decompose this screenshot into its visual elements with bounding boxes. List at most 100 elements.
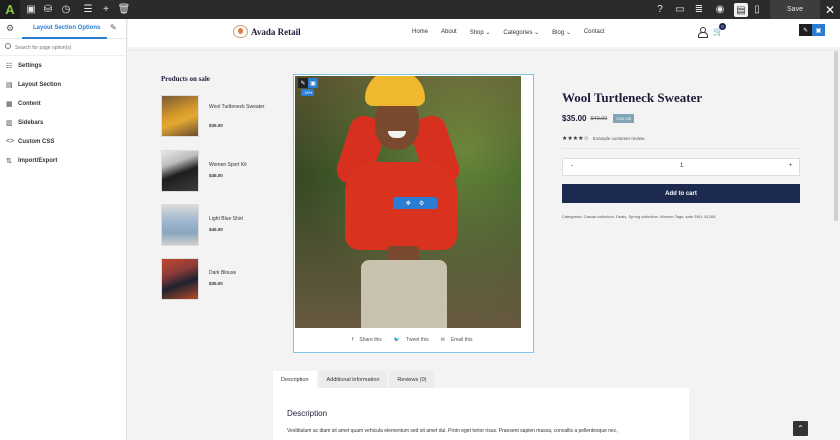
product-name[interactable]: Dark Blouse: [209, 270, 269, 277]
product-price: $45.00: [209, 173, 223, 178]
pencil-icon[interactable]: ✎: [110, 23, 117, 32]
nav-categories[interactable]: Categories ⌄: [503, 29, 539, 36]
sidebar-item-import-export[interactable]: ⇅ Import/Export: [0, 151, 126, 170]
qty-plus-button[interactable]: +: [789, 163, 793, 169]
desktop-icon[interactable]: ▭: [671, 0, 689, 19]
main-nav: Home About Shop ⌄ Categories ⌄ Blog ⌄ Co…: [412, 29, 618, 36]
sidebar-item-custom-css[interactable]: <> Custom CSS: [0, 132, 126, 151]
settings-icon[interactable]: ⚙: [419, 200, 424, 207]
list-item[interactable]: Dark Blouse $35.00: [161, 258, 281, 300]
code-icon: <>: [6, 138, 15, 145]
layout-icon[interactable]: ▣: [22, 0, 40, 19]
sidebar-item-sidebars[interactable]: ▥ Sidebars: [0, 113, 126, 132]
sidebar-item-label: Import/Export: [18, 157, 58, 164]
site-header: Avada Retail Home About Shop ⌄ Categorie…: [128, 19, 840, 47]
device-icon[interactable]: ▯: [748, 0, 766, 19]
nav-blog[interactable]: Blog ⌄: [552, 29, 571, 36]
product-thumbnail[interactable]: [161, 150, 199, 192]
preview-icon[interactable]: ◉: [711, 0, 729, 19]
edit-layout-icon[interactable]: ▣: [812, 24, 825, 36]
sidebar-icon: ▥: [6, 119, 13, 127]
library-icon[interactable]: ☰: [79, 0, 97, 19]
photo-shape: [361, 260, 447, 328]
star-rating-icon: ★★★★☆: [562, 136, 589, 142]
page-preview: Avada Retail Home About Shop ⌄ Categorie…: [128, 19, 840, 440]
sidebar-item-settings[interactable]: ☷ Settings: [0, 56, 126, 75]
photo-shape: [365, 76, 425, 106]
sliders-icon: ☷: [6, 62, 13, 70]
page-icon[interactable]: ▤: [734, 3, 748, 17]
discount-badge: 13% Off: [613, 114, 634, 123]
product-thumbnail[interactable]: [161, 95, 199, 137]
layers-icon[interactable]: ≣: [690, 0, 708, 19]
qty-value[interactable]: 1: [680, 163, 683, 169]
edit-pencil-icon[interactable]: ✎: [298, 78, 308, 88]
sidebar-item-layout-section[interactable]: ▤ Layout Section: [0, 75, 126, 94]
add-icon[interactable]: +: [97, 0, 115, 19]
save-button[interactable]: Save: [770, 0, 820, 19]
brand-name: Avada Retail: [251, 26, 301, 37]
edit-layout-icon[interactable]: ▣: [308, 78, 318, 88]
gear-icon[interactable]: ⚙: [6, 23, 14, 34]
user-icon[interactable]: [698, 27, 708, 38]
help-icon[interactable]: ?: [651, 0, 669, 19]
sidebar-search: [0, 39, 126, 56]
store-icon[interactable]: ⛁: [39, 0, 57, 19]
layout-icon: ▤: [6, 81, 13, 89]
scrollbar[interactable]: [834, 51, 838, 221]
product-name[interactable]: Light Blue Shirt: [209, 216, 269, 223]
product-name[interactable]: Wool Turtleneck Sweater: [209, 104, 269, 111]
history-icon[interactable]: ◷: [57, 0, 75, 19]
product-rating: ★★★★☆ Example customer review: [562, 135, 644, 142]
tab-reviews[interactable]: Reviews (0): [389, 371, 435, 388]
review-link[interactable]: Example customer review: [593, 136, 645, 141]
list-item[interactable]: Women Sport Kit $45.00: [161, 150, 281, 192]
sidebar-item-label: Custom CSS: [18, 138, 55, 145]
cart-count-badge: 0: [719, 23, 726, 30]
product-price: $35.00: [209, 123, 223, 128]
product-name[interactable]: Women Sport Kit: [209, 162, 269, 169]
share-facebook[interactable]: f Share this: [352, 337, 382, 343]
header-edit-controls: ✎ ▣: [799, 24, 825, 36]
logo-mark-icon: [233, 25, 248, 38]
cart-icon[interactable]: 🛒 0: [713, 23, 726, 36]
description-text: Vestibulum ac diam sit amet quam vehicul…: [287, 428, 618, 434]
share-bar: f Share this 🐦 Tweet this ✉ Email this: [352, 337, 485, 343]
image-controls[interactable]: ✥ ⚙: [393, 197, 437, 209]
nav-shop[interactable]: Shop ⌄: [470, 29, 491, 36]
product-price: $45.00: [209, 227, 223, 232]
description-panel: Description Vestibulum ac diam sit amet …: [273, 388, 689, 440]
site-logo[interactable]: Avada Retail: [233, 25, 301, 38]
trash-icon[interactable]: 🗑: [115, 0, 133, 19]
avada-logo-icon[interactable]: A: [0, 0, 20, 19]
product-main-image[interactable]: ✎ ▣ -15% ✥ ⚙: [295, 76, 521, 328]
tab-description[interactable]: Description: [273, 371, 317, 388]
share-email[interactable]: ✉ Email this: [441, 337, 473, 343]
list-item[interactable]: Light Blue Shirt $45.00: [161, 204, 281, 246]
transfer-icon: ⇅: [6, 157, 12, 165]
list-item[interactable]: Wool Turtleneck Sweater $35.00: [161, 95, 281, 137]
product-price: $35.00: [209, 281, 223, 286]
nav-about[interactable]: About: [441, 29, 457, 36]
add-to-cart-button[interactable]: Add to cart: [562, 184, 800, 203]
nav-home[interactable]: Home: [412, 29, 428, 36]
sidebar-item-content[interactable]: ▦ Content: [0, 94, 126, 113]
tab-additional-information[interactable]: Additional information: [318, 371, 388, 388]
product-thumbnail[interactable]: [161, 204, 199, 246]
edit-pencil-icon[interactable]: ✎: [799, 24, 812, 36]
element-edit-controls: ✎ ▣: [298, 78, 318, 88]
divider: [128, 50, 840, 51]
sidebar-tab-title[interactable]: Layout Section Options: [33, 25, 100, 31]
old-price: $40.00: [590, 115, 608, 122]
product-thumbnail[interactable]: [161, 258, 199, 300]
qty-minus-button[interactable]: -: [571, 163, 573, 169]
nav-contact[interactable]: Contact: [584, 29, 605, 36]
share-label: Tweet this: [406, 337, 429, 343]
share-twitter[interactable]: 🐦 Tweet this: [394, 337, 429, 343]
product-gallery: ✎ ▣ -15% ✥ ⚙ f Share this 🐦 Tweet this ✉ Em…: [293, 74, 534, 353]
sidebar-item-label: Layout Section: [18, 81, 62, 88]
close-icon[interactable]: ✕: [820, 0, 840, 19]
drag-icon[interactable]: ✥: [406, 200, 411, 207]
scroll-to-top-button[interactable]: ⌃: [793, 421, 808, 436]
search-input[interactable]: [15, 42, 120, 53]
